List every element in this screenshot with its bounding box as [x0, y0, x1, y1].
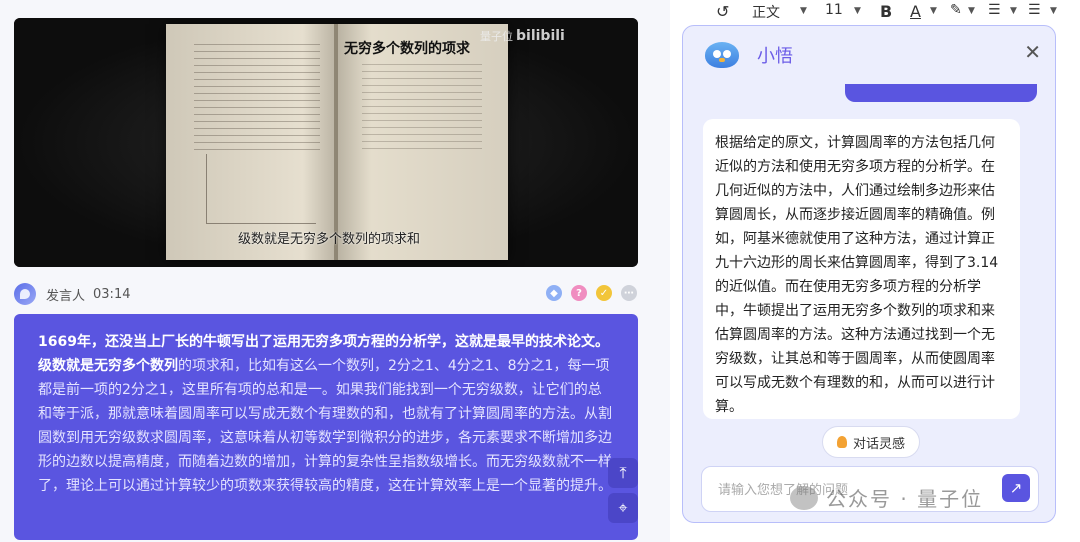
inspire-label: 对话灵感 [853, 436, 906, 452]
highlighter-icon[interactable]: ✎ [950, 2, 962, 18]
more-icon[interactable]: ⋯ [621, 285, 637, 301]
bulb-icon [837, 436, 847, 448]
video-title-overlay: 无穷多个数列的项求 [344, 41, 470, 57]
size-chevron-down-icon[interactable]: ▼ [854, 6, 861, 16]
editor-pane: ↺ 正文 ▼ 11 ▼ B A ▼ ✎ ▼ ☰ ▼ ☰ ▼ 小悟 ✕ 根据给定的… [670, 0, 1080, 542]
question-icon[interactable]: ? [571, 285, 587, 301]
history-icon[interactable]: ↺ [716, 2, 729, 21]
speaker-name: 发言人 [46, 288, 86, 304]
numbered-chevron-down-icon[interactable]: ▼ [1010, 6, 1017, 16]
close-icon[interactable]: ✕ [1024, 40, 1041, 64]
send-button[interactable]: ↗ [1002, 474, 1030, 502]
answer-text: 根据给定的原文，计算圆周率的方法包括几何近似的方法和使用无穷多项方程的分析学。在… [715, 135, 999, 415]
color-chevron-down-icon[interactable]: ▼ [930, 6, 937, 16]
book-spine [334, 24, 338, 260]
video-subtitle: 级数就是无穷多个数列的项求和 [238, 232, 421, 247]
style-chevron-down-icon[interactable]: ▼ [800, 6, 807, 16]
font-color-button[interactable]: A [910, 2, 921, 21]
speaker-row: 发言人 03:14 [14, 283, 130, 305]
book-text-right [362, 64, 482, 154]
speaker-timestamp[interactable]: 03:14 [93, 287, 130, 302]
bulb-icon[interactable]: ◆ [546, 285, 562, 301]
assistant-title: 小悟 [757, 46, 793, 67]
assistant-answer: 根据给定的原文，计算圆周率的方法包括几何近似的方法和使用无穷多项方程的分析学。在… [703, 119, 1020, 419]
book-text-left [194, 44, 320, 154]
transcript-highlight-2: 级数就是无穷多个数列 [38, 358, 178, 374]
transcript-text: 1669年，还没当上厂长的牛顿写出了运用无穷多项方程的分析学，这就是最早的技术论… [38, 330, 614, 498]
user-message-bubble [845, 84, 1037, 102]
speaker-avatar [14, 283, 36, 305]
scroll-top-button[interactable]: ⤒ [608, 458, 638, 488]
assistant-header: 小悟 [701, 38, 793, 72]
format-toolbar: ↺ 正文 ▼ 11 ▼ B A ▼ ✎ ▼ ☰ ▼ ☰ ▼ [670, 0, 1080, 24]
video-logo-brand: bilibili [516, 28, 565, 44]
transcript-actions: ◆ ? ✓ ⋯ [546, 285, 637, 301]
video-logo: 量子位 bilibili [480, 28, 565, 44]
bullet-list-icon[interactable]: ☰ [1028, 2, 1041, 18]
bold-button[interactable]: B [880, 2, 892, 21]
video-logo-text: 量子位 [480, 30, 513, 43]
transcript-pane: 无穷多个数列的项求 量子位 bilibili 级数就是无穷多个数列的项求和 发言人… [0, 0, 670, 542]
numbered-list-icon[interactable]: ☰ [988, 2, 1001, 18]
check-icon[interactable]: ✓ [596, 285, 612, 301]
watermark-text: 公众号 · 量子位 [826, 487, 984, 511]
video-player[interactable]: 无穷多个数列的项求 量子位 bilibili 级数就是无穷多个数列的项求和 [14, 18, 638, 267]
video-frame-book [166, 24, 508, 260]
book-figure [206, 154, 316, 224]
transcript-body: 的项求和，比如有这么一个数列，2分之1、4分之1、8分之1，每一项都是前一项的2… [38, 358, 612, 494]
style-select[interactable]: 正文 [752, 2, 780, 22]
highlight-chevron-down-icon[interactable]: ▼ [968, 6, 975, 16]
transcript-block[interactable]: 1669年，还没当上厂长的牛顿写出了运用无穷多项方程的分析学，这就是最早的技术论… [14, 314, 638, 540]
inspire-button[interactable]: 对话灵感 [822, 426, 921, 458]
locate-button[interactable]: ⌖ [608, 493, 638, 523]
bullet-chevron-down-icon[interactable]: ▼ [1050, 6, 1057, 16]
assistant-panel: 小悟 ✕ 根据给定的原文，计算圆周率的方法包括几何近似的方法和使用无穷多项方程的… [682, 25, 1056, 523]
transcript-highlight-1: 1669年，还没当上厂长的牛顿写出了运用无穷多项方程的分析学，这就是最早的技术论… [38, 334, 609, 350]
assistant-bird-icon [701, 38, 743, 72]
wechat-icon [790, 485, 818, 510]
watermark: 公众号 · 量子位 [790, 483, 983, 512]
font-size-select[interactable]: 11 [825, 2, 843, 18]
